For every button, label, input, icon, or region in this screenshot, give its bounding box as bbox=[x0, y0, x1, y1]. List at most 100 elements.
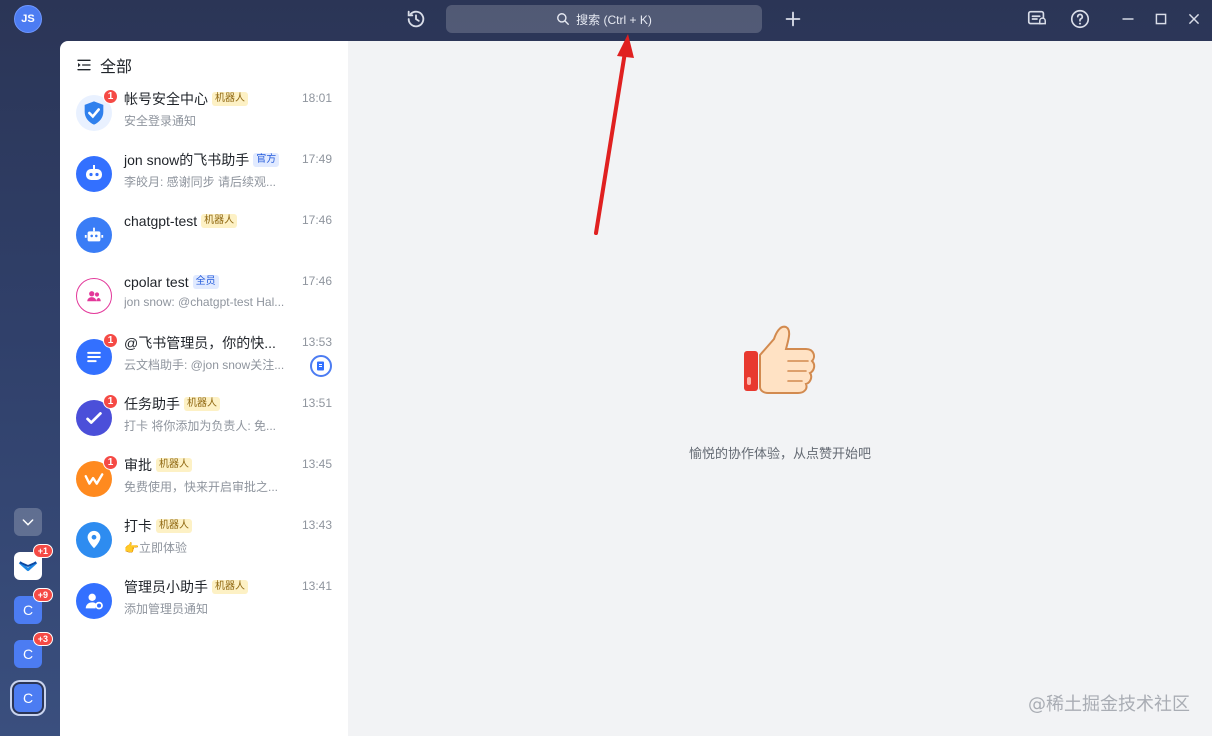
chat-avatar bbox=[76, 217, 112, 253]
chat-name: 审批 bbox=[124, 457, 152, 473]
plus-icon[interactable] bbox=[782, 8, 804, 30]
rail-app-label: C bbox=[22, 602, 34, 618]
docs-app-icon bbox=[18, 561, 38, 572]
chevron-down-icon bbox=[22, 519, 34, 526]
bot-tag: 机器人 bbox=[156, 519, 192, 533]
location-pin-icon bbox=[87, 530, 101, 549]
rail-app-label: C bbox=[22, 690, 34, 706]
bot-tag: 机器人 bbox=[212, 92, 248, 106]
rail-badge: +3 bbox=[32, 632, 53, 646]
notification-settings-icon[interactable] bbox=[1026, 8, 1048, 30]
chat-item[interactable]: 打卡 机器人 13:43 👉立即体验 bbox=[60, 516, 348, 577]
rail-app-c3[interactable]: C bbox=[14, 684, 42, 712]
history-icon[interactable] bbox=[405, 8, 427, 30]
close-icon[interactable] bbox=[1183, 8, 1205, 30]
document-icon bbox=[87, 351, 101, 363]
chat-time: 13:53 bbox=[301, 335, 332, 349]
pointing-hand-icon: 👉 bbox=[124, 541, 139, 555]
chat-item[interactable]: 1 审批 机器人 13:45 免费使用，快来开启审批之... bbox=[60, 455, 348, 516]
chat-item[interactable]: 管理员小助手 机器人 13:41 添加管理员通知 bbox=[60, 577, 348, 638]
chat-list-panel: 全部 1 帐号安全中心 机器人 18:01 安全登录通知 jon snow的飞书… bbox=[60, 41, 348, 736]
chat-time: 17:46 bbox=[301, 274, 332, 288]
chat-name: cpolar test bbox=[124, 274, 189, 290]
all-members-tag: 全员 bbox=[192, 275, 219, 289]
chat-time: 13:45 bbox=[301, 457, 332, 471]
chat-avatar: 1 bbox=[76, 394, 118, 436]
search-placeholder: 搜索 (Ctrl + K) bbox=[576, 12, 652, 27]
help-icon[interactable] bbox=[1069, 8, 1091, 30]
search-input[interactable]: 搜索 (Ctrl + K) bbox=[446, 5, 762, 33]
chat-avatar: 1 bbox=[76, 455, 118, 497]
main-content: 愉悦的协作体验，从点赞开始吧 @稀土掘金技术社区 bbox=[348, 41, 1212, 736]
chat-name: 管理员小助手 bbox=[124, 579, 208, 595]
chat-time: 13:41 bbox=[301, 579, 332, 593]
chat-time: 17:46 bbox=[301, 213, 332, 227]
chat-preview: 添加管理员通知 bbox=[124, 602, 209, 616]
task-check-icon bbox=[86, 412, 102, 424]
chat-item[interactable]: 1 @飞书管理员，你的快... 13:53 云文档助手: @jon snow关注… bbox=[60, 333, 348, 394]
thumbs-up-icon bbox=[744, 325, 816, 394]
chat-name: 打卡 bbox=[124, 518, 152, 534]
chat-preview: 免费使用，快来开启审批之... bbox=[124, 480, 279, 494]
chat-time: 18:01 bbox=[301, 91, 332, 105]
chat-name: jon snow的飞书助手 bbox=[124, 152, 250, 168]
chat-preview: 打卡 将你添加为负责人: 免... bbox=[124, 419, 277, 433]
chat-avatar bbox=[76, 156, 112, 192]
filter-menu-icon[interactable] bbox=[76, 57, 92, 73]
official-tag: 官方 bbox=[253, 153, 280, 167]
title-bar: JS 搜索 (Ctrl + K) bbox=[0, 0, 1212, 40]
bot-tag: 机器人 bbox=[184, 397, 220, 411]
chat-time: 13:43 bbox=[301, 518, 332, 532]
rail-app-c1[interactable]: C +9 bbox=[14, 588, 53, 624]
rail-app-label: C bbox=[22, 646, 34, 662]
chat-time: 17:49 bbox=[301, 152, 332, 166]
rail-badge: +9 bbox=[32, 588, 53, 602]
chat-avatar bbox=[76, 278, 112, 314]
shield-icon bbox=[84, 101, 104, 125]
empty-state-text: 愉悦的协作体验，从点赞开始吧 bbox=[688, 446, 871, 461]
chat-avatar bbox=[76, 522, 112, 558]
chat-item[interactable]: chatgpt-test 机器人 17:46 bbox=[60, 211, 348, 272]
bot-icon bbox=[84, 227, 104, 242]
watermark: @稀土掘金技术社区 bbox=[1028, 694, 1190, 715]
doc-mention-icon bbox=[310, 355, 332, 377]
chat-preview-text: 立即体验 bbox=[138, 541, 187, 555]
robot-icon bbox=[86, 165, 102, 180]
chat-avatar bbox=[76, 583, 112, 619]
chat-time: 13:51 bbox=[301, 396, 332, 410]
chat-name: 任务助手 bbox=[124, 396, 180, 412]
chat-preview: jon snow: @chatgpt-test Hal... bbox=[124, 295, 285, 309]
chat-name: chatgpt-test bbox=[124, 213, 198, 229]
unread-badge: 1 bbox=[103, 394, 118, 409]
chat-preview: 李皎月: 感谢同步 请后续观... bbox=[124, 175, 277, 189]
chat-item[interactable]: 1 帐号安全中心 机器人 18:01 安全登录通知 bbox=[60, 89, 348, 150]
minimize-icon[interactable] bbox=[1117, 8, 1139, 30]
rail-app-c2[interactable]: C +3 bbox=[14, 632, 53, 668]
user-avatar[interactable]: JS bbox=[14, 5, 42, 33]
unread-badge: 1 bbox=[103, 455, 118, 470]
chat-filter-title: 全部 bbox=[100, 59, 133, 76]
bot-tag: 机器人 bbox=[156, 458, 192, 472]
chat-preview: 👉立即体验 bbox=[124, 539, 294, 556]
admin-user-icon bbox=[85, 593, 103, 610]
chat-preview: 安全登录通知 bbox=[124, 114, 197, 128]
unread-badge: 1 bbox=[103, 89, 118, 104]
collapse-apps-button[interactable] bbox=[14, 508, 42, 536]
maximize-icon[interactable] bbox=[1150, 8, 1172, 30]
rail-badge: +1 bbox=[32, 544, 53, 558]
bot-tag: 机器人 bbox=[201, 214, 238, 228]
chat-avatar: 1 bbox=[76, 333, 118, 375]
group-icon bbox=[87, 291, 101, 302]
rail-app-docs[interactable]: +1 bbox=[14, 544, 53, 580]
chat-name: @飞书管理员，你的快... bbox=[124, 335, 276, 351]
chat-item[interactable]: 1 任务助手 机器人 13:51 打卡 将你添加为负责人: 免... bbox=[60, 394, 348, 455]
chat-item[interactable]: jon snow的飞书助手 官方 17:49 李皎月: 感谢同步 请后续观... bbox=[60, 150, 348, 211]
chat-name: 帐号安全中心 bbox=[124, 91, 208, 107]
chat-preview: 云文档助手: @jon snow关注... bbox=[124, 358, 285, 372]
chat-filter-header[interactable]: 全部 bbox=[60, 41, 348, 89]
chat-avatar: 1 bbox=[76, 89, 118, 131]
approval-icon bbox=[84, 473, 104, 485]
chat-item[interactable]: cpolar test 全员 17:46 jon snow: @chatgpt-… bbox=[60, 272, 348, 333]
bot-tag: 机器人 bbox=[212, 580, 248, 594]
unread-badge: 1 bbox=[103, 333, 118, 348]
